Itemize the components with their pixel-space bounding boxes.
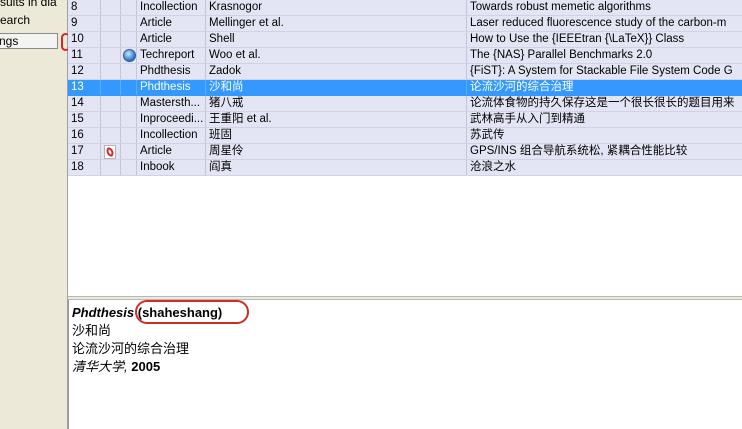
row-number: 9 bbox=[68, 16, 101, 31]
title-cell: 武林高手从入门到精通 bbox=[470, 113, 585, 125]
title-cell: The {NAS} Parallel Benchmarks 2.0 bbox=[470, 49, 653, 61]
row-number: 17 bbox=[68, 144, 101, 159]
entry-type-cell: Article bbox=[137, 32, 206, 47]
annotation-circle bbox=[135, 300, 249, 324]
url-cell bbox=[121, 80, 137, 95]
url-cell bbox=[121, 64, 137, 79]
pdf-cell bbox=[101, 112, 121, 127]
entry-preview-panel: Phdthesis (shaheshang) 沙和尚 论流沙河的综合治理 清华大… bbox=[68, 300, 742, 429]
sidebar-item-search-results[interactable]: sults in dia bbox=[0, 0, 57, 10]
entry-type-cell: Inbook bbox=[137, 160, 206, 175]
title-cell: GPS/INS 组合导航系统松, 紧耦合性能比较 bbox=[470, 145, 688, 157]
entry-type-cell: Article bbox=[137, 16, 206, 31]
entry-type-cell: Phdthesis bbox=[137, 64, 206, 79]
title-cell: 沧浪之水 bbox=[470, 161, 516, 173]
row-number: 13 bbox=[68, 80, 101, 95]
row-number: 12 bbox=[68, 64, 101, 79]
table-row[interactable]: 9 Article Mellinger et al. Laser reduced fl… bbox=[68, 16, 742, 32]
row-number: 14 bbox=[68, 96, 101, 111]
preview-entry-type: Phdthesis bbox=[72, 305, 135, 320]
table-row[interactable]: 11 Techreport Woo et al. The {NAS} Parallel… bbox=[68, 48, 742, 64]
url-cell bbox=[121, 128, 137, 143]
preview-institution: 清华大学, bbox=[72, 359, 128, 374]
entry-type-cell: Techreport bbox=[137, 48, 206, 63]
table-row[interactable]: 16 Incollection 班固 苏武传 bbox=[68, 128, 742, 144]
row-number: 15 bbox=[68, 112, 101, 127]
table-row[interactable]: 17 Article 周星伶 GPS/INS 组合导航系统松, 紧耦合性能比较 bbox=[68, 144, 742, 160]
author-cell: Krasnogor bbox=[206, 0, 467, 15]
sidebar-item-settings[interactable]: ngs bbox=[0, 33, 58, 49]
url-cell bbox=[121, 0, 137, 15]
title-cell: 论流体食物的持久保存这是一个很长很长的题目用来 bbox=[470, 97, 735, 109]
groups-sidebar: sults in dia earch ngs bbox=[0, 0, 68, 429]
author-cell: Zadok bbox=[206, 64, 467, 79]
title-cell: Towards robust memetic algorithms bbox=[470, 1, 651, 13]
entry-type-cell: Mastersth... bbox=[137, 96, 206, 111]
pdf-cell bbox=[101, 160, 121, 175]
url-cell bbox=[121, 32, 137, 47]
title-cell: How to Use the {IEEEtran {\LaTeX}} Class bbox=[470, 33, 685, 45]
author-cell: 王重阳 et al. bbox=[206, 112, 467, 127]
pdf-cell bbox=[101, 64, 121, 79]
pdf-cell bbox=[101, 16, 121, 31]
url-cell bbox=[121, 112, 137, 127]
author-cell: Mellinger et al. bbox=[206, 16, 467, 31]
pdf-cell bbox=[101, 96, 121, 111]
author-cell: 猪八戒 bbox=[206, 96, 467, 111]
table-row[interactable]: 13 Phdthesis 沙和尚 论流沙河的综合治理 bbox=[68, 80, 742, 96]
author-cell: 周星伶 bbox=[206, 144, 467, 159]
title-cell: 论流沙河的综合治理 bbox=[470, 81, 574, 93]
table-row[interactable]: 10 Article Shell How to Use the {IEEEtran {… bbox=[68, 32, 742, 48]
author-cell: Shell bbox=[206, 32, 467, 47]
pdf-cell bbox=[101, 48, 121, 63]
pdf-cell bbox=[101, 128, 121, 143]
author-cell: 班固 bbox=[206, 128, 467, 143]
preview-year: 2005 bbox=[131, 359, 161, 374]
url-cell bbox=[121, 16, 137, 31]
row-number: 16 bbox=[68, 128, 101, 143]
entry-type-cell: Incollection bbox=[137, 128, 206, 143]
table-row[interactable]: 12 Phdthesis Zadok {FiST}: A System for Sta… bbox=[68, 64, 742, 80]
pdf-cell bbox=[101, 0, 121, 15]
table-row[interactable]: 8 Incollection Krasnogor Towards robust mem… bbox=[68, 0, 742, 16]
row-number: 10 bbox=[68, 32, 101, 47]
title-cell: 苏武传 bbox=[470, 129, 505, 141]
table-row[interactable]: 15 Inproceedi... 王重阳 et al. 武林高手从入门到精通 bbox=[68, 112, 742, 128]
row-number: 18 bbox=[68, 160, 101, 175]
sidebar-item-search[interactable]: earch bbox=[0, 12, 30, 28]
globe-icon[interactable] bbox=[123, 49, 136, 62]
title-cell: Laser reduced fluorescence study of the … bbox=[470, 17, 727, 29]
table-row[interactable]: 18 Inbook 阎真 沧浪之水 bbox=[68, 160, 742, 176]
row-number: 11 bbox=[68, 48, 101, 63]
title-cell: {FiST}: A System for Stackable File Syst… bbox=[470, 65, 733, 77]
preview-author: 沙和尚 bbox=[72, 323, 112, 338]
entry-type-cell: Phdthesis bbox=[137, 80, 206, 95]
url-cell bbox=[121, 160, 137, 175]
pdf-cell bbox=[101, 32, 121, 47]
pdf-icon[interactable] bbox=[104, 145, 116, 159]
author-cell: Woo et al. bbox=[206, 48, 467, 63]
row-number: 8 bbox=[68, 0, 101, 15]
author-cell: 阎真 bbox=[206, 160, 467, 175]
preview-title: 论流沙河的综合治理 bbox=[72, 341, 190, 356]
url-cell bbox=[121, 144, 137, 159]
entry-type-cell: Inproceedi... bbox=[137, 112, 206, 127]
preview-publication-line: 清华大学, 2005 bbox=[72, 358, 742, 376]
entry-type-cell: Article bbox=[137, 144, 206, 159]
url-cell bbox=[121, 96, 137, 111]
table-row[interactable]: 14 Mastersth... 猪八戒 论流体食物的持久保存这是一个很长很长的题目用来 bbox=[68, 96, 742, 112]
author-cell: 沙和尚 bbox=[206, 80, 467, 95]
entry-type-cell: Incollection bbox=[137, 0, 206, 15]
entry-table[interactable]: 8 Incollection Krasnogor Towards robust mem… bbox=[68, 0, 742, 296]
pdf-cell bbox=[101, 80, 121, 95]
